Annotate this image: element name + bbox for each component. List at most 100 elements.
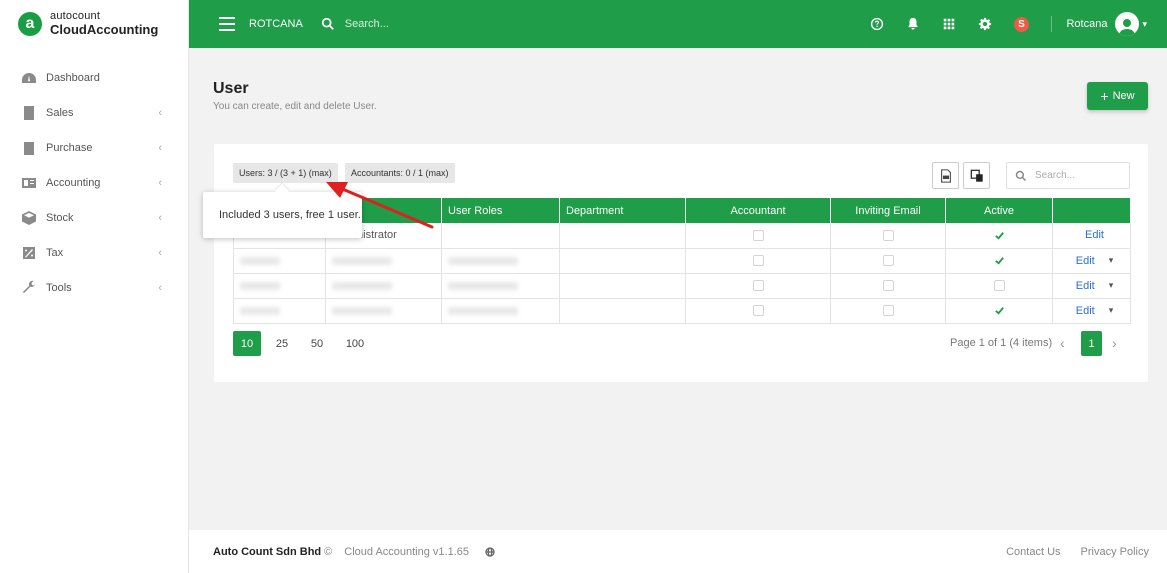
table-row[interactable]: Edit ▾ [233, 273, 1131, 299]
privacy-policy-link[interactable]: Privacy Policy [1081, 546, 1149, 558]
cell-actions: Edit ▾ [1052, 298, 1131, 324]
edit-link[interactable]: Edit [1076, 280, 1095, 292]
column-chooser-button[interactable] [963, 162, 990, 189]
inviting-email-checkbox [882, 229, 894, 241]
bell-icon[interactable] [895, 17, 931, 31]
cell-user-name [325, 298, 442, 324]
cell-actions: Edit ▾ [1052, 273, 1131, 299]
active-checkbox [993, 280, 1005, 292]
redacted-text [448, 306, 518, 315]
column-header-department[interactable]: Department [559, 198, 686, 223]
page-info: Page 1 of 1 (4 items) [950, 337, 1053, 349]
inviting-email-checkbox [882, 305, 894, 317]
sidebar-item-purchase[interactable]: Purchase ‹ [0, 130, 188, 165]
accountant-checkbox [752, 280, 764, 292]
table-search[interactable] [1006, 162, 1130, 189]
app-logo[interactable]: a autocount CloudAccounting [0, 0, 188, 48]
cell-user-roles [441, 298, 560, 324]
sidebar-item-label: Purchase [46, 141, 93, 154]
chevron-right-icon[interactable]: › [1112, 335, 1117, 351]
cell-active [945, 223, 1053, 249]
cell-user-roles [441, 273, 560, 299]
footer-company: Auto Count Sdn Bhd [213, 545, 322, 558]
cell-actions: Edit ▾ [1052, 248, 1131, 274]
page-size-10[interactable]: 10 [233, 331, 261, 356]
chevron-down-icon[interactable]: ▾ [1142, 19, 1147, 30]
chevron-down-icon[interactable]: ▾ [1109, 305, 1114, 316]
cell-inviting-email [830, 298, 946, 324]
menu-icon[interactable] [219, 17, 235, 31]
subscription-badge[interactable]: S [1003, 16, 1039, 32]
cell-department [559, 223, 686, 249]
table-row[interactable]: Edit ▾ [233, 298, 1131, 324]
sidebar-item-sales[interactable]: Sales ‹ [0, 95, 188, 130]
inviting-email-checkbox [882, 255, 894, 267]
redacted-text [240, 281, 280, 290]
column-header-active[interactable]: Active [945, 198, 1053, 223]
global-search[interactable] [321, 17, 545, 31]
edit-link[interactable]: Edit [1085, 229, 1104, 241]
company-name[interactable]: ROTCANA [249, 18, 303, 30]
redacted-text [332, 306, 392, 315]
cell-accountant [685, 248, 831, 274]
avatar[interactable] [1115, 12, 1140, 36]
cell-user-id [233, 298, 326, 324]
sidebar-item-label: Accounting [46, 176, 101, 189]
redacted-text [240, 306, 280, 315]
footer-version: Cloud Accounting v1.1.65 [344, 545, 470, 558]
column-header-inviting-email[interactable]: Inviting Email [830, 198, 946, 223]
chevron-left-icon: ‹ [158, 246, 162, 259]
sidebar-item-stock[interactable]: Stock ‹ [0, 200, 188, 235]
page-size-selector: 10 25 50 100 [233, 331, 379, 356]
cell-actions: Edit [1052, 223, 1131, 249]
sidebar-nav: Dashboard Sales ‹ Purchase ‹ Accounting … [0, 60, 188, 305]
apps-grid-icon[interactable] [931, 17, 967, 31]
accountant-checkbox [752, 305, 764, 317]
edit-link[interactable]: Edit [1076, 255, 1095, 267]
sidebar-item-label: Tax [46, 246, 64, 259]
cell-inviting-email [830, 273, 946, 299]
sidebar-item-accounting[interactable]: Accounting ‹ [0, 165, 188, 200]
accountant-checkbox [752, 255, 764, 267]
sidebar-item-tax[interactable]: Tax ‹ [0, 235, 188, 270]
globe-icon[interactable] [485, 546, 495, 557]
edit-link[interactable]: Edit [1076, 305, 1095, 317]
chevron-left-icon[interactable]: ‹ [1060, 335, 1065, 351]
table-row[interactable]: Edit ▾ [233, 248, 1131, 274]
sidebar-item-dashboard[interactable]: Dashboard [0, 60, 188, 95]
column-chooser-icon [970, 169, 983, 182]
page-size-50[interactable]: 50 [303, 331, 331, 356]
logo-big-text: CloudAccounting [50, 21, 159, 37]
cell-department [559, 298, 686, 324]
user-name[interactable]: Rotcana [1066, 18, 1107, 30]
sidebar: a autocount CloudAccounting Dashboard Sa… [0, 0, 189, 573]
table-search-input[interactable] [1035, 170, 1125, 181]
page-size-100[interactable]: 100 [338, 331, 372, 356]
checkmark-icon [994, 230, 1005, 241]
chevron-down-icon[interactable]: ▾ [1109, 280, 1114, 291]
column-header-accountant[interactable]: Accountant [685, 198, 831, 223]
sidebar-item-tools[interactable]: Tools ‹ [0, 270, 188, 305]
new-user-button[interactable]: + New [1087, 82, 1148, 110]
help-icon[interactable] [859, 17, 895, 31]
sidebar-item-label: Dashboard [46, 71, 100, 84]
global-search-input[interactable] [344, 18, 545, 30]
redacted-text [332, 281, 392, 290]
contact-us-link[interactable]: Contact Us [1006, 546, 1060, 558]
page-size-25[interactable]: 25 [268, 331, 296, 356]
column-header-user-roles[interactable]: User Roles [441, 198, 560, 223]
cell-active [945, 248, 1053, 274]
search-icon [321, 17, 334, 30]
chevron-left-icon: ‹ [158, 211, 162, 224]
accounting-icon [20, 175, 38, 191]
tools-icon [20, 280, 38, 296]
dashboard-icon [20, 70, 38, 86]
logo-badge: a [18, 12, 42, 36]
chevron-down-icon[interactable]: ▾ [1109, 255, 1114, 266]
export-csv-button[interactable] [932, 162, 959, 189]
page-subtitle: You can create, edit and delete User. [213, 101, 377, 112]
s-badge-icon: S [1013, 16, 1029, 32]
page-number-current[interactable]: 1 [1081, 331, 1102, 356]
tax-icon [20, 245, 38, 261]
gear-icon[interactable] [967, 17, 1003, 31]
